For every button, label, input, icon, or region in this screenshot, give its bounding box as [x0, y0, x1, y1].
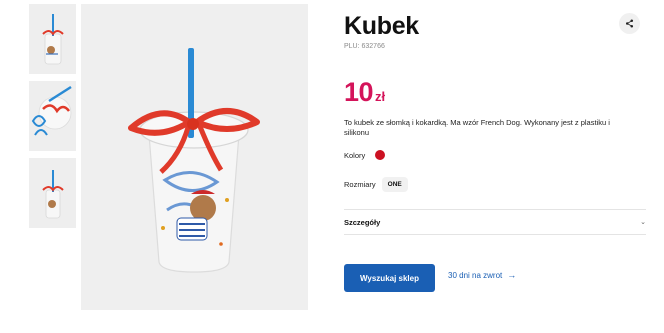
main-product-image	[81, 4, 308, 310]
returns-label: 30 dni na zwrot	[448, 270, 503, 280]
returns-link[interactable]: 30 dni na zwrot →	[448, 270, 516, 280]
sizes-label: Rozmiary	[344, 180, 376, 189]
colors-label: Kolory	[344, 150, 366, 160]
thumbnail-1[interactable]	[29, 4, 76, 74]
divider-top	[344, 209, 646, 210]
size-option-one[interactable]: ONE	[381, 177, 408, 192]
details-accordion[interactable]: Szczegóły ⌄	[344, 211, 646, 233]
cup-illustration	[128, 48, 260, 273]
share-button[interactable]	[619, 13, 640, 34]
divider-bottom	[344, 234, 646, 235]
product-plu: PLU: 632766	[344, 43, 385, 50]
product-title: Kubek	[344, 12, 419, 40]
product-description: To kubek ze słomką i kokardką. Ma wzór F…	[344, 118, 610, 137]
cup-thumbnail-image-alt	[42, 170, 64, 219]
product-price: 10 zł	[344, 77, 385, 108]
find-store-button[interactable]: Wyszukaj sklep	[344, 264, 435, 292]
thumbnail-list	[29, 4, 77, 235]
price-currency: zł	[375, 89, 386, 104]
cup-detail-thumbnail-image	[31, 85, 72, 136]
share-icon	[625, 19, 634, 28]
size-selector: Rozmiary ONE	[344, 177, 408, 192]
color-selector: Kolory	[344, 150, 386, 160]
thumbnail-2[interactable]	[29, 81, 76, 151]
details-label: Szczegóły	[344, 217, 381, 227]
arrow-right-icon: →	[507, 270, 517, 280]
color-swatch-red[interactable]	[375, 150, 386, 160]
cup-thumbnail-image	[42, 14, 64, 65]
product-info-panel: Kubek PLU: 632766 10 zł To kubek ze słomk…	[344, 0, 646, 333]
chevron-down-icon: ⌄	[640, 219, 646, 226]
price-value: 10	[344, 77, 374, 107]
thumbnail-3[interactable]	[29, 158, 76, 228]
